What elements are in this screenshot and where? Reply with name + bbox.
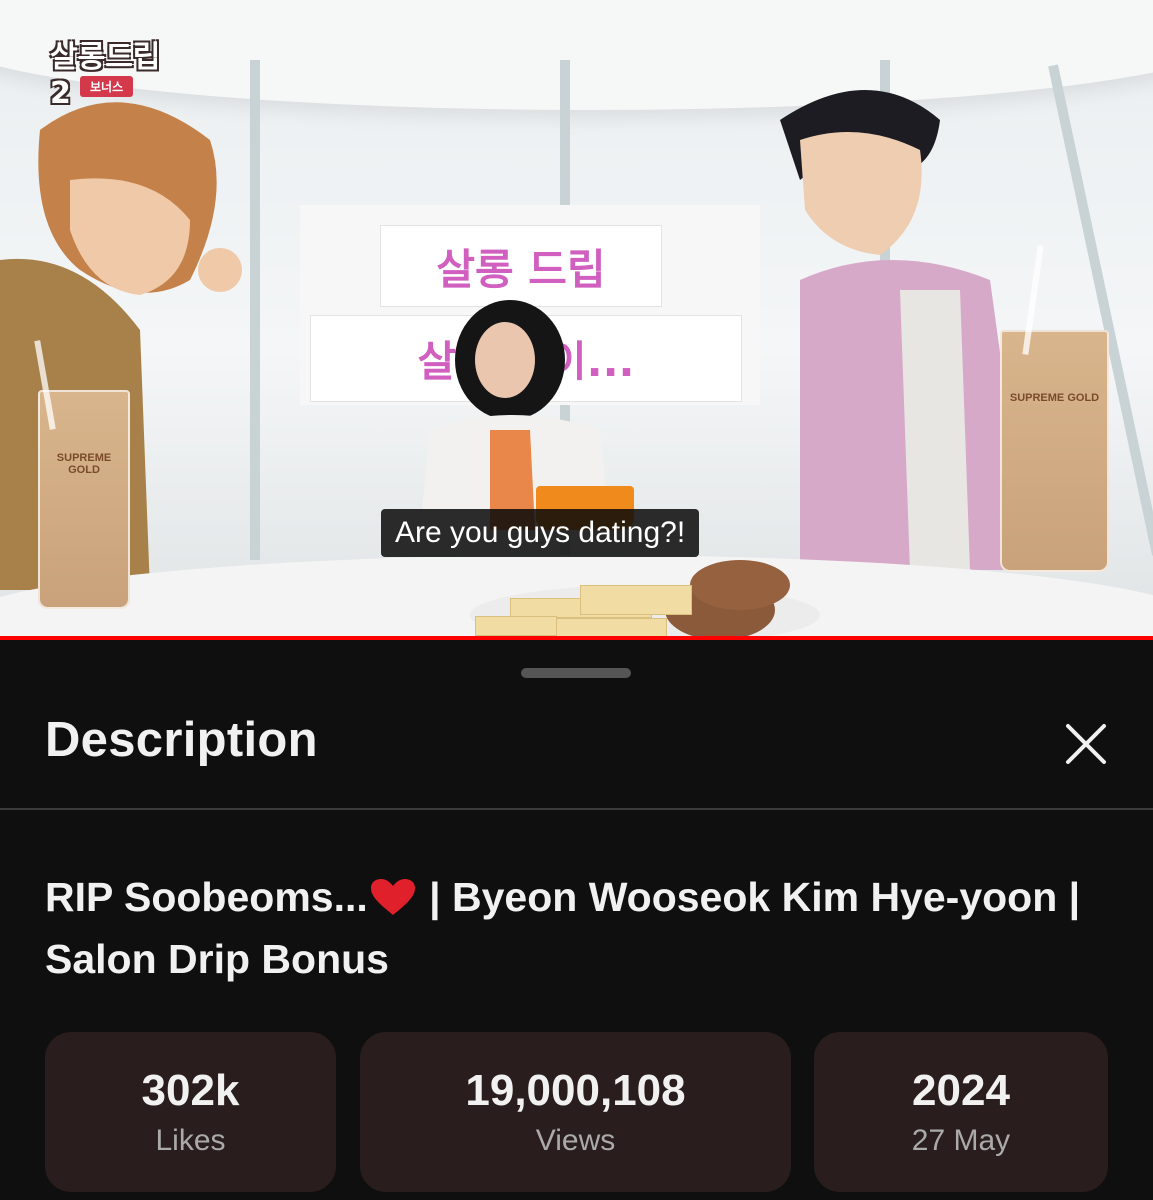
progress-fill — [0, 636, 1153, 640]
red-heart-icon — [370, 879, 415, 915]
drag-handle[interactable] — [521, 668, 631, 678]
video-title-part1: RIP Soobeoms... — [45, 874, 368, 920]
stat-likes[interactable]: 302k Likes — [45, 1032, 336, 1192]
description-sheet: Description RIP Soobeoms... | Byeon Woos… — [0, 642, 1153, 1200]
progress-bar[interactable] — [0, 636, 1153, 640]
logo-text: 살롱드립2 — [50, 40, 161, 111]
views-count: 19,000,108 — [465, 1066, 686, 1115]
iced-coffee-cup-right: SUPREME GOLD — [1000, 330, 1109, 572]
wafer — [580, 585, 692, 615]
publish-date: 27 May — [911, 1124, 1011, 1157]
likes-label: Likes — [155, 1124, 226, 1157]
sign-line-1: 살롱 드립 — [380, 225, 662, 307]
stat-date[interactable]: 2024 27 May — [814, 1032, 1108, 1192]
wafer — [475, 616, 557, 636]
video-player[interactable]: 살롱 드립 살롱 같이... SUPREME GOLD SUPREME GOLD — [0, 0, 1153, 640]
show-logo: 살롱드립2 보너스 — [50, 20, 170, 111]
close-icon — [1066, 724, 1106, 764]
likes-count: 302k — [141, 1066, 240, 1115]
publish-year: 2024 — [912, 1066, 1010, 1115]
caption-subtitle: Are you guys dating?! — [381, 509, 700, 557]
logo-sub: 보너스 — [80, 76, 134, 97]
close-button[interactable] — [1058, 716, 1114, 772]
video-title: RIP Soobeoms... | Byeon Wooseok Kim Hye-… — [45, 866, 1105, 990]
stat-views[interactable]: 19,000,108 Views — [360, 1032, 791, 1192]
cookie — [690, 560, 790, 610]
divider — [0, 808, 1153, 810]
sheet-title: Description — [45, 713, 318, 767]
views-label: Views — [535, 1124, 616, 1157]
